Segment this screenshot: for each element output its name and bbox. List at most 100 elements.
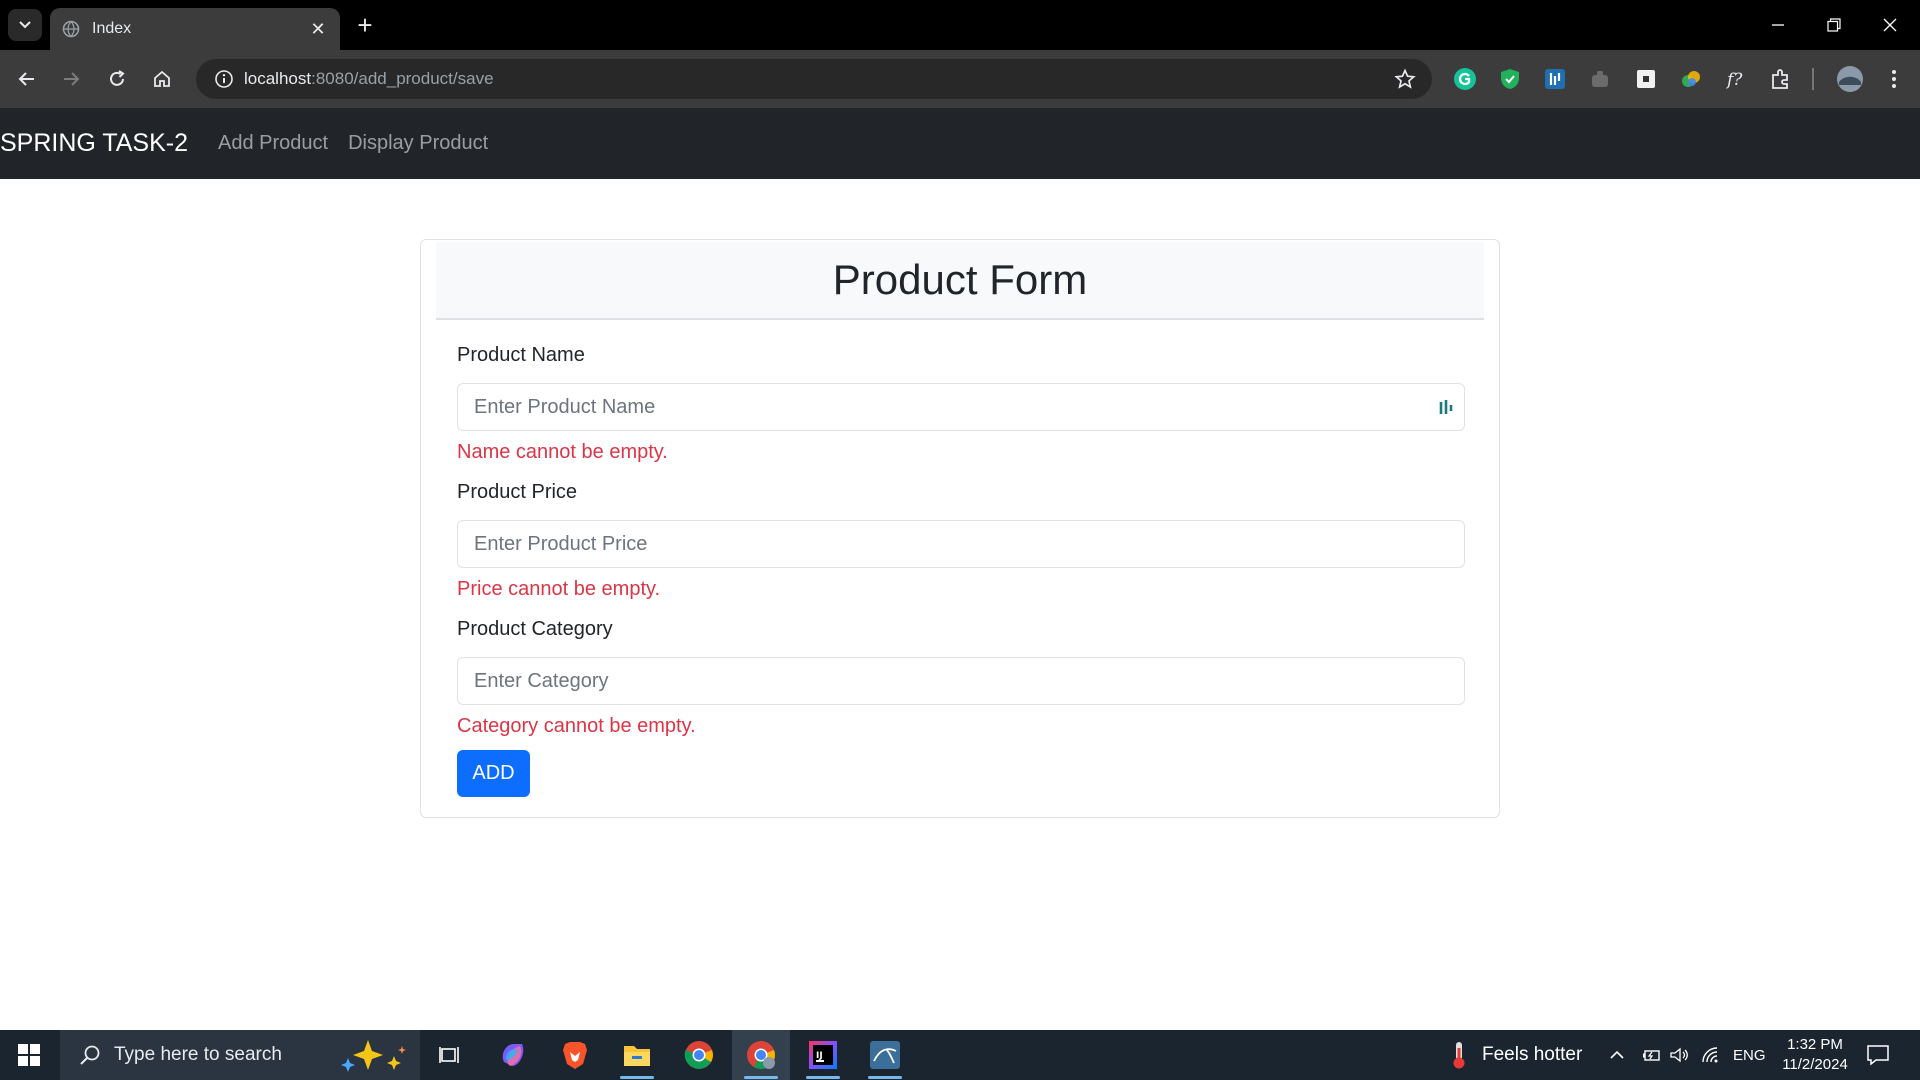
site-info-icon[interactable]: [204, 59, 244, 99]
active-indicator: [744, 1076, 778, 1079]
taskbar-search-box[interactable]: Type here to search: [60, 1030, 420, 1080]
chevron-up-icon: [1610, 1050, 1624, 1059]
windows-logo-icon: [18, 1044, 40, 1066]
svg-text:IJ: IJ: [816, 1051, 823, 1061]
shield-extension-icon[interactable]: [1498, 67, 1522, 91]
address-bar[interactable]: localhost:8080/add_product/save: [196, 59, 1432, 99]
clock-date: 11/2/2024: [1782, 1056, 1848, 1073]
chrome-icon: [684, 1041, 713, 1069]
taskbar-app-mysql-workbench[interactable]: [856, 1030, 914, 1080]
home-button[interactable]: [147, 64, 177, 94]
network-tray[interactable]: [1700, 1030, 1720, 1080]
nav-link-display-product[interactable]: Display Product: [348, 132, 488, 155]
product-price-error: Price cannot be empty.: [457, 578, 661, 600]
product-price-input[interactable]: [458, 521, 1464, 567]
navbar-brand[interactable]: SPRING TASK-2: [0, 129, 188, 158]
weather-text: Feels hotter: [1482, 1044, 1583, 1065]
forward-button[interactable]: [56, 64, 86, 94]
product-price-input-wrapper: [457, 520, 1465, 568]
start-button[interactable]: [0, 1030, 58, 1080]
url-text: localhost:8080/add_product/save: [244, 69, 494, 89]
colorful-extension-icon[interactable]: [1679, 67, 1703, 91]
browser-tabstrip: Index ✕ +: [0, 0, 1920, 50]
task-view-button[interactable]: [421, 1030, 479, 1080]
grammarly-extension-icon[interactable]: [1453, 67, 1477, 91]
reload-icon: [110, 70, 125, 86]
add-button[interactable]: ADD: [457, 750, 530, 797]
bookmark-star-icon[interactable]: [1394, 68, 1416, 90]
show-hidden-icons-button[interactable]: [1608, 1030, 1626, 1080]
card-header: Product Form: [436, 242, 1484, 320]
tab-title: Index: [92, 20, 132, 37]
product-category-label: Product Category: [457, 618, 613, 640]
product-name-input-wrapper: [457, 383, 1465, 431]
mysql-workbench-icon: [870, 1041, 900, 1069]
form-title: Product Form: [832, 256, 1088, 303]
taskbar-app-intellij[interactable]: IJ: [794, 1030, 852, 1080]
browser-toolbar: localhost:8080/add_product/save f?: [0, 50, 1920, 108]
restore-icon: [1827, 18, 1841, 32]
formula-extension-icon[interactable]: f?: [1724, 67, 1748, 91]
running-indicator: [620, 1076, 654, 1079]
notifications-button[interactable]: [1866, 1030, 1890, 1080]
search-icon: [80, 1045, 100, 1065]
product-category-field: Product Category Category cannot be empt…: [457, 614, 1465, 739]
taskbar-app-chrome[interactable]: [670, 1030, 728, 1080]
folder-icon: [624, 1046, 650, 1066]
product-category-error: Category cannot be empty.: [457, 715, 696, 737]
intellij-icon: IJ: [809, 1041, 837, 1069]
close-icon: [1883, 18, 1897, 32]
taskbar-clock[interactable]: 1:32 PM 11/2/2024: [1770, 1035, 1860, 1075]
product-name-input[interactable]: [458, 384, 1464, 430]
clock-time: 1:32 PM: [1787, 1036, 1843, 1053]
product-category-input[interactable]: [458, 658, 1464, 704]
tab-search-button[interactable]: [8, 9, 42, 41]
language-indicator[interactable]: ENG: [1733, 1030, 1766, 1080]
arrow-right-icon: [64, 72, 80, 86]
square-extension-icon[interactable]: [1634, 67, 1658, 91]
minimize-button[interactable]: [1750, 0, 1806, 50]
reload-button[interactable]: [102, 64, 132, 94]
tab-close-icon[interactable]: ✕: [308, 19, 328, 40]
chrome-profile-icon: [747, 1041, 775, 1069]
bars-extension-icon[interactable]: [1543, 67, 1567, 91]
globe-icon: [62, 20, 80, 38]
toolbar-separator: [1812, 68, 1814, 90]
taskbar-app-brave[interactable]: [546, 1030, 604, 1080]
product-name-error: Name cannot be empty.: [457, 441, 668, 463]
thermometer-icon: [1453, 1042, 1465, 1069]
taskbar-app-chrome-profile[interactable]: [732, 1030, 790, 1080]
restore-button[interactable]: [1806, 0, 1862, 50]
speaker-icon: [1670, 1047, 1688, 1063]
product-price-field: Product Price Price cannot be empty.: [457, 477, 1465, 602]
writing-assistant-icon[interactable]: [1438, 398, 1454, 418]
weather-widget[interactable]: Feels hotter: [1448, 1030, 1582, 1080]
page-navbar: SPRING TASK-2 Add Product Display Produc…: [0, 108, 1920, 179]
windows-taskbar: Type here to search IJ Feels hotter ENG …: [0, 1030, 1920, 1080]
robot-extension-icon[interactable]: [1588, 67, 1612, 91]
battery-tray[interactable]: [1640, 1030, 1662, 1080]
running-indicator: [868, 1076, 902, 1079]
puzzle-extensions-icon[interactable]: [1769, 67, 1793, 91]
minimize-icon: [1772, 24, 1784, 26]
new-tab-button[interactable]: +: [352, 12, 378, 38]
browser-tab[interactable]: Index ✕: [50, 8, 340, 50]
battery-icon: [1643, 1050, 1660, 1061]
browser-menu-icon[interactable]: [1882, 67, 1906, 91]
taskbar-app-file-explorer[interactable]: [608, 1030, 666, 1080]
taskbar-app-copilot[interactable]: [484, 1030, 542, 1080]
volume-tray[interactable]: [1668, 1030, 1690, 1080]
product-category-input-wrapper: [457, 657, 1465, 705]
copilot-icon: [502, 1044, 524, 1066]
search-placeholder: Type here to search: [114, 1044, 282, 1065]
url-host: localhost: [244, 69, 312, 88]
running-indicator: [806, 1076, 840, 1079]
close-window-button[interactable]: [1862, 0, 1918, 50]
profile-avatar[interactable]: [1836, 65, 1864, 93]
task-view-icon: [439, 1047, 459, 1063]
arrow-left-icon: [18, 72, 34, 86]
nav-link-add-product[interactable]: Add Product: [218, 132, 328, 155]
product-name-label: Product Name: [457, 344, 585, 366]
product-form-card: Product Form Product Name Name cannot be…: [420, 239, 1500, 818]
back-button[interactable]: [12, 64, 42, 94]
